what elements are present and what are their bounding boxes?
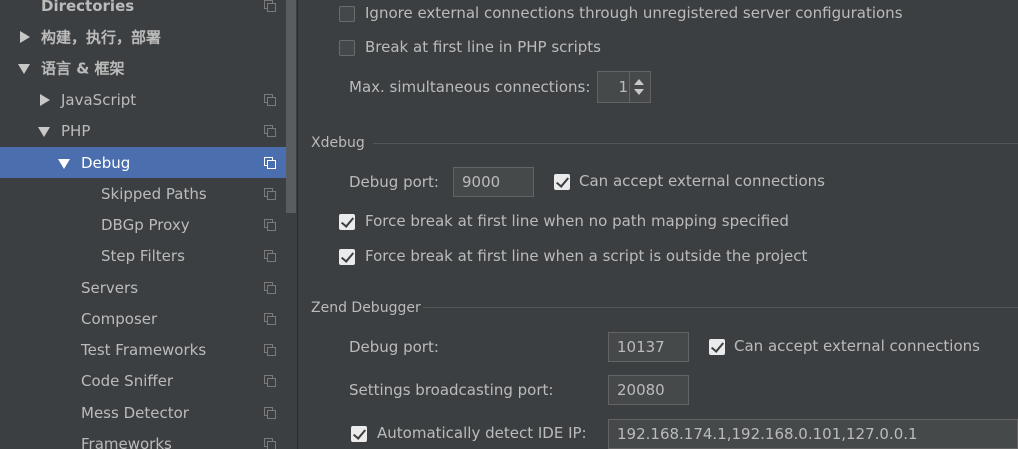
tree-item-directories[interactable]: Directories	[0, 0, 286, 21]
break-first-line-label: Break at first line in PHP scripts	[365, 38, 601, 56]
tree-item-label: PHP	[61, 121, 91, 140]
break-first-line-checkbox[interactable]	[339, 40, 355, 56]
copy-icon	[264, 437, 276, 449]
copy-icon	[264, 124, 276, 137]
spinner-buttons[interactable]	[629, 72, 650, 102]
copy-icon	[264, 374, 276, 387]
tree-item-label: DBGp Proxy	[101, 215, 190, 234]
force-break-outside-project-checkbox[interactable]	[339, 249, 355, 265]
chevron-down-icon[interactable]	[38, 126, 50, 137]
copy-icon	[264, 312, 276, 325]
tree-item-skipped-paths[interactable]: Skipped Paths	[0, 178, 286, 209]
tree-item-dbgp-proxy[interactable]: DBGp Proxy	[0, 209, 286, 240]
tree-item-javascript[interactable]: JavaScript	[0, 84, 286, 115]
broadcast-port-input[interactable]: 20080	[608, 375, 689, 405]
tree-item-label: Directories	[41, 0, 135, 15]
tree-item-label: Debug	[81, 153, 131, 172]
zend-debug-port-label: Debug port:	[349, 338, 439, 356]
tree-item-build-execution-deployment[interactable]: 构建，执行，部署	[0, 21, 286, 52]
copy-icon	[264, 0, 276, 12]
copy-icon	[264, 281, 276, 294]
tree-item-label: Servers	[81, 278, 139, 297]
zend-debug-port-input[interactable]: 10137	[608, 332, 689, 362]
copy-icon	[264, 187, 276, 200]
xdebug-debug-port-label: Debug port:	[349, 173, 439, 191]
zend-accept-external-checkbox[interactable]	[709, 339, 725, 355]
settings-window: Directories 构建，执行，部署 语言 & 框架 JavaScript …	[0, 0, 1018, 449]
max-connections-label: Max. simultaneous connections:	[349, 78, 591, 96]
tree-item-label: 语言 & 框架	[41, 59, 125, 77]
copy-icon	[264, 343, 276, 356]
zend-accept-external-label: Can accept external connections	[734, 337, 980, 355]
decrement-icon[interactable]	[634, 89, 644, 95]
tree-item-label: Code Sniffer	[81, 371, 174, 390]
settings-tree: Directories 构建，执行，部署 语言 & 框架 JavaScript …	[0, 0, 298, 449]
chevron-right-icon[interactable]	[20, 30, 30, 43]
force-break-no-mapping-label: Force break at first line when no path m…	[365, 212, 789, 230]
xdebug-section-title: Xdebug	[311, 135, 365, 151]
force-break-outside-project-label: Force break at first line when a script …	[365, 247, 808, 265]
auto-detect-ip-label: Automatically detect IDE IP:	[377, 424, 587, 442]
zend-section-title: Zend Debugger	[311, 300, 421, 316]
broadcast-port-label: Settings broadcasting port:	[349, 381, 554, 399]
tree-item-label: JavaScript	[61, 90, 137, 109]
ignore-external-connections-checkbox[interactable]	[339, 6, 355, 22]
ide-ip-input[interactable]: 192.168.174.1,192.168.0.101,127.0.0.1	[608, 419, 1018, 449]
tree-item-test-frameworks[interactable]: Test Frameworks	[0, 334, 286, 365]
copy-icon	[264, 93, 276, 106]
tree-item-php[interactable]: PHP	[0, 115, 286, 146]
xdebug-accept-external-checkbox[interactable]	[554, 174, 570, 190]
tree-item-mess-detector[interactable]: Mess Detector	[0, 397, 286, 428]
chevron-down-icon[interactable]	[58, 158, 70, 169]
tree-item-label: Frameworks	[81, 434, 172, 449]
copy-icon	[264, 156, 276, 169]
tree-item-label: 构建，执行，部署	[41, 28, 162, 46]
max-connections-spinner[interactable]: 1	[597, 71, 651, 103]
tree-item-label: Mess Detector	[81, 403, 189, 422]
debug-settings-panel: Ignore external connections through unre…	[298, 0, 1018, 449]
tree-item-servers[interactable]: Servers	[0, 272, 286, 303]
tree-item-label: Step Filters	[101, 246, 185, 265]
tree-item-code-sniffer[interactable]: Code Sniffer	[0, 365, 286, 396]
sidebar-scrollbar[interactable]	[286, 0, 296, 213]
increment-icon[interactable]	[634, 79, 644, 85]
xdebug-accept-external-label: Can accept external connections	[579, 172, 825, 190]
chevron-right-icon[interactable]	[40, 93, 50, 106]
tree-item-composer[interactable]: Composer	[0, 303, 286, 334]
auto-detect-ip-checkbox[interactable]	[351, 426, 367, 442]
xdebug-debug-port-input[interactable]: 9000	[453, 167, 534, 197]
tree-item-frameworks[interactable]: Frameworks	[0, 428, 286, 449]
copy-icon	[264, 218, 276, 231]
tree-item-label: Composer	[81, 309, 158, 328]
copy-icon	[264, 249, 276, 262]
ignore-external-connections-label: Ignore external connections through unre…	[365, 4, 903, 22]
tree-item-step-filters[interactable]: Step Filters	[0, 240, 286, 271]
chevron-down-icon[interactable]	[18, 63, 30, 74]
max-connections-value: 1	[618, 78, 628, 96]
xdebug-separator	[373, 143, 1018, 144]
copy-icon	[264, 406, 276, 419]
tree-item-languages-frameworks[interactable]: 语言 & 框架	[0, 52, 286, 83]
zend-separator	[423, 307, 1018, 308]
tree-item-label: Test Frameworks	[81, 340, 207, 359]
force-break-no-mapping-checkbox[interactable]	[339, 214, 355, 230]
tree-item-label: Skipped Paths	[101, 184, 207, 203]
tree-item-debug[interactable]: Debug	[0, 147, 286, 178]
